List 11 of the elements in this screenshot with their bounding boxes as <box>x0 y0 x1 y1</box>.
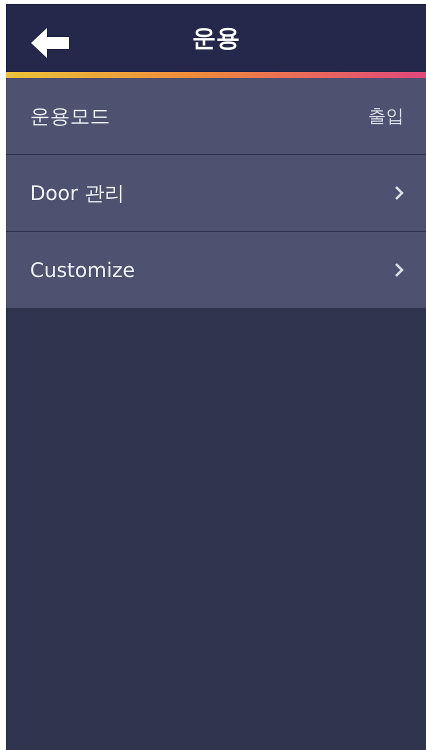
chevron-icon <box>394 185 404 201</box>
item-label: Door 관리 <box>30 180 126 206</box>
item-value: 출입 <box>368 105 404 128</box>
chevron-icon <box>394 262 404 278</box>
menu-item[interactable]: Customize <box>6 232 426 309</box>
item-label: 운용모드 <box>30 102 111 130</box>
screen-title: 운용 <box>192 23 240 54</box>
menu-item[interactable]: 운용모드 출입 <box>6 78 426 155</box>
item-label: Customize <box>30 258 136 282</box>
menu-item[interactable]: Door 관리 <box>6 155 426 232</box>
back-arrow-icon[interactable] <box>31 28 71 58</box>
